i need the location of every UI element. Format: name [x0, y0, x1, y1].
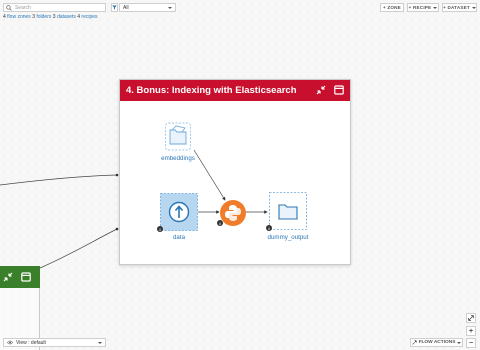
expand-icon [468, 315, 474, 321]
dummy-output-node[interactable]: i dummy_output [262, 192, 314, 242]
flow-zone-partial[interactable] [0, 266, 40, 288]
embeddings-node[interactable]: embeddings [158, 122, 198, 164]
view-select-value: View : default [16, 339, 46, 346]
data-node[interactable]: i data [157, 193, 198, 241]
info-icon[interactable]: i [157, 226, 163, 232]
info-icon[interactable]: i [217, 220, 223, 226]
fit-view-button[interactable] [466, 313, 476, 323]
chevron-down-icon [457, 341, 462, 344]
embeddings-label: embeddings [161, 155, 195, 162]
wrench-icon [411, 340, 417, 345]
info-icon[interactable]: i [266, 225, 272, 231]
python-icon [220, 200, 246, 226]
view-select[interactable]: View : default [3, 338, 106, 347]
upload-dataset-icon [160, 193, 198, 231]
python-recipe-node[interactable]: i [217, 199, 247, 227]
zone-links [193, 149, 268, 214]
zoom-out-button[interactable]: − [466, 338, 476, 348]
zoom-in-button[interactable]: + [466, 326, 476, 336]
collapse-icon[interactable] [3, 272, 13, 282]
eye-icon [7, 340, 13, 345]
flow-actions-button[interactable]: FLOW ACTIONS [410, 338, 463, 347]
window-icon[interactable] [21, 272, 31, 282]
folder-icon [165, 122, 191, 151]
dummy-output-label: dummy_output [267, 234, 309, 241]
chevron-down-icon [98, 341, 102, 344]
folder-icon [269, 192, 307, 230]
data-label: data [172, 234, 186, 241]
